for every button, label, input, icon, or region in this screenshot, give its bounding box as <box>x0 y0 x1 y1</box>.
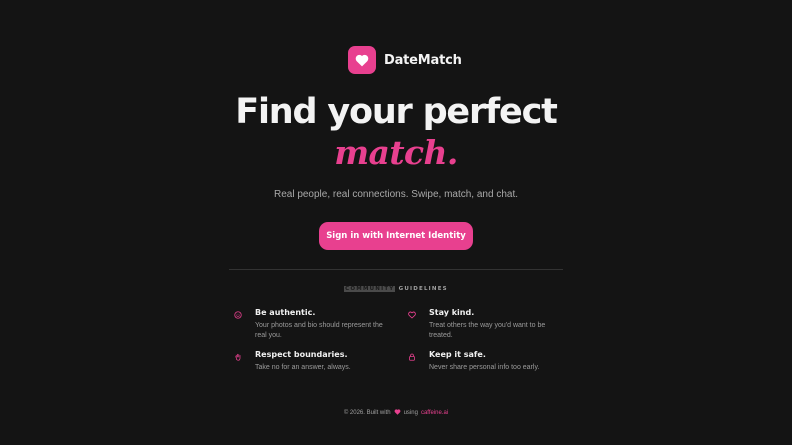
guideline-title: Stay kind. <box>429 308 475 317</box>
guidelines-heading-rest: GUIDELINES <box>395 286 448 292</box>
landing-page: DateMatch Find your perfect match. Real … <box>0 0 792 445</box>
guideline-title: Respect boundaries. <box>255 350 348 359</box>
guideline-description: Treat others the way you'd want to be tr… <box>429 322 546 339</box>
hand-icon <box>234 353 242 361</box>
guidelines-heading: COMMUNITY GUIDELINES <box>0 286 792 292</box>
heart-outline-icon <box>408 311 416 319</box>
guideline-title: Keep it safe. <box>429 350 486 359</box>
footer-middle: using <box>403 410 418 416</box>
footer-link[interactable]: caffeine.ai <box>421 410 448 416</box>
guideline-description: Your photos and bio should represent the… <box>255 322 383 339</box>
page-title-accent: match. <box>334 133 458 172</box>
page-title: Find your perfect <box>235 92 558 132</box>
lock-icon <box>408 353 416 361</box>
guideline-description: Never share personal info too early. <box>429 364 540 371</box>
brand-name: DateMatch <box>384 52 462 68</box>
brand: DateMatch <box>348 46 462 74</box>
page-subtitle: Real people, real connections. Swipe, ma… <box>273 189 519 200</box>
divider <box>229 269 563 270</box>
footer-prefix: © 2026. Built with <box>343 410 391 416</box>
guideline-description: Take no for an answer, always. <box>255 364 351 371</box>
heart-icon <box>348 46 376 74</box>
heart-icon <box>394 409 401 417</box>
guidelines-heading-highlight: COMMUNITY <box>344 286 396 292</box>
sign-in-button[interactable]: Sign in with Internet Identity <box>319 222 473 250</box>
smile-icon <box>234 311 242 319</box>
footer: © 2026. Built with using caffeine.ai <box>0 409 792 417</box>
guideline-title: Be authentic. <box>255 308 316 317</box>
